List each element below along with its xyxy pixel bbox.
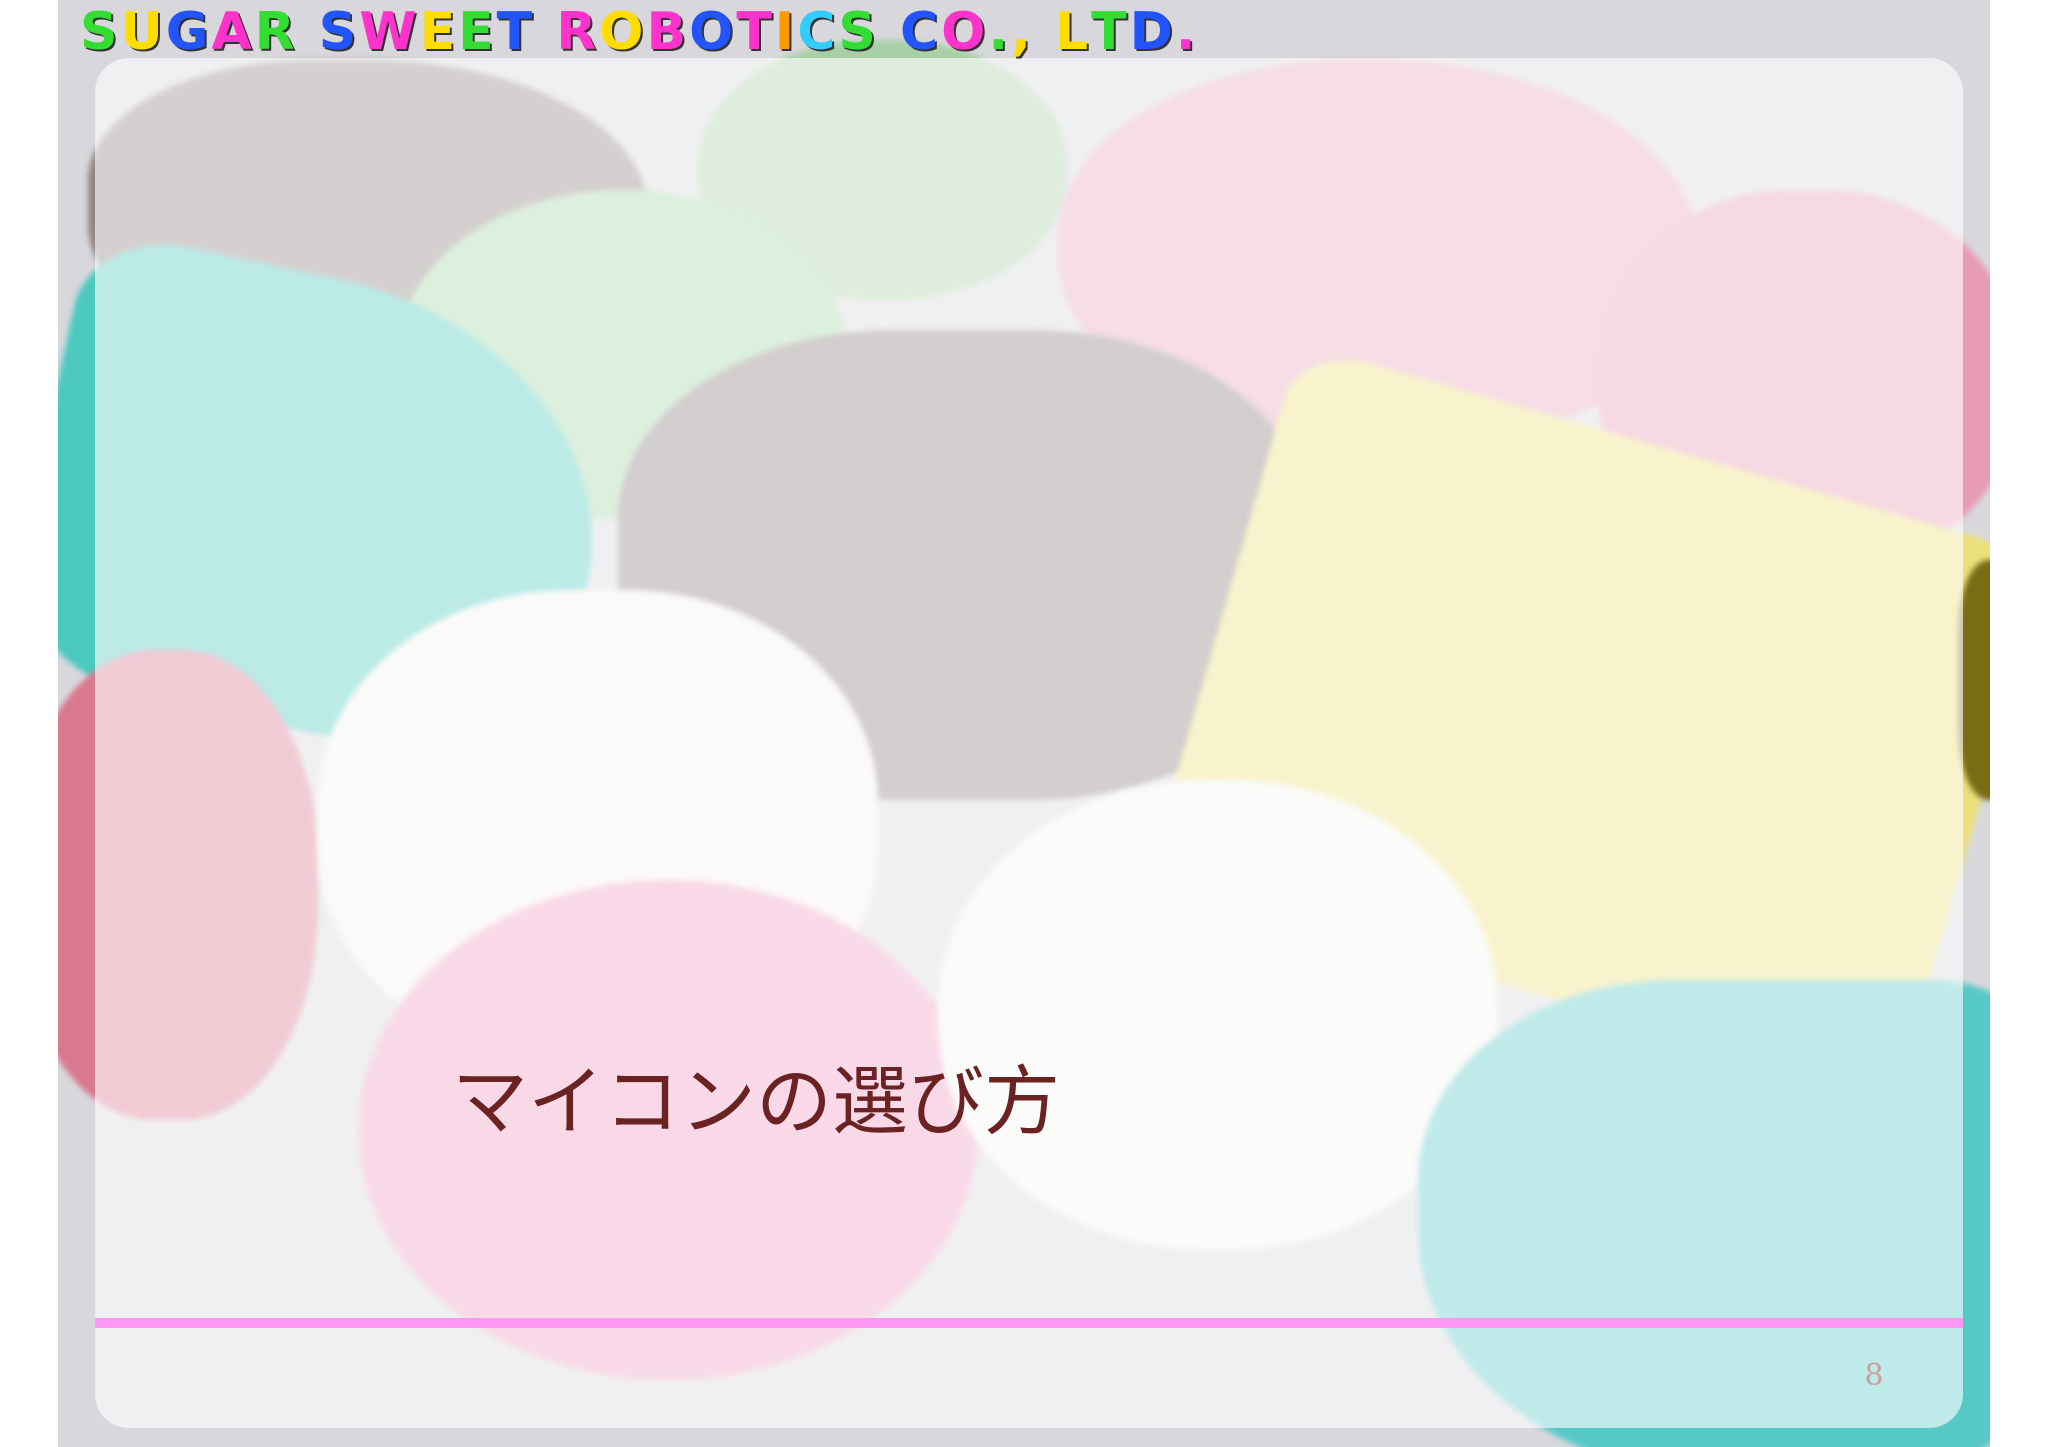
company-name-letter: T — [1091, 2, 1130, 62]
company-name-letter — [879, 2, 900, 62]
company-name-letter: B — [646, 2, 690, 62]
company-name-letter: S — [318, 2, 360, 62]
company-name-letter: C — [797, 2, 839, 62]
company-name-letter: . — [1175, 2, 1199, 62]
company-name-letter: I — [774, 2, 798, 62]
company-name-letter — [535, 2, 556, 62]
slide — [58, 0, 1990, 1447]
company-name-letter: A — [211, 2, 255, 62]
slide-title: マイコンの選び方 — [452, 1057, 1060, 1146]
company-name-letter: O — [941, 2, 989, 62]
company-name-letter — [1034, 2, 1055, 62]
company-name-letter: O — [599, 2, 647, 62]
content-panel — [95, 58, 1963, 1428]
company-name-letter: G — [165, 2, 212, 62]
divider-line — [95, 1318, 1963, 1328]
page-number: 8 — [1864, 1358, 1884, 1393]
company-name-letter: E — [419, 2, 459, 62]
company-name-letter: R — [254, 2, 298, 62]
company-name-letter: R — [556, 2, 600, 62]
company-name-letter: S — [80, 2, 121, 62]
company-name-letter: T — [496, 2, 536, 62]
company-name-letter: E — [458, 2, 497, 62]
company-name-letter: S — [838, 2, 879, 62]
company-name-letter: O — [689, 2, 737, 62]
company-name-letter — [298, 2, 319, 62]
company-name-letter: L — [1054, 2, 1092, 62]
company-name-letter: , — [1011, 2, 1034, 62]
company-name-letter: W — [359, 2, 420, 62]
company-name: SUGAR SWEET ROBOTICS CO., LTD. — [80, 2, 1199, 62]
company-name-letter: C — [899, 2, 942, 62]
company-name-letter: U — [120, 2, 166, 62]
company-name-letter: D — [1129, 2, 1176, 62]
company-name-letter: . — [988, 2, 1012, 62]
company-name-letter: T — [736, 2, 775, 62]
